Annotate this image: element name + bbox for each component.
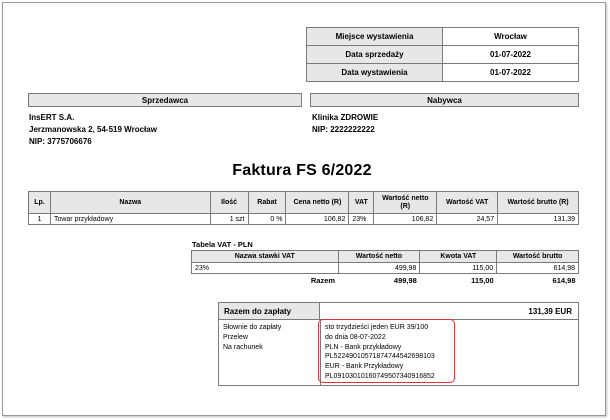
col-vat: VAT <box>348 191 375 214</box>
seller-details: InsERT S.A. Jerzmanowska 2, 54-519 Wrocł… <box>29 112 157 148</box>
col-gross-value: Wartość brutto (R) <box>497 191 579 214</box>
payment-amount-words: sto trzydzieści jeden EUR 39/100 <box>325 324 429 331</box>
col-discount: Rabat <box>247 191 287 214</box>
meta-row-sale-date: Data sprzedaży 01-07-2022 <box>306 45 579 64</box>
meta-value: Wrocław <box>442 27 579 46</box>
invoice-title: Faktura FS 6/2022 <box>232 162 372 179</box>
payment-label-account: Na rachunek <box>223 344 263 351</box>
meta-label: Miejsce wystawienia <box>306 27 443 46</box>
payment-labels: Słownie do zapłaty Przelew Na rachunek <box>219 320 321 385</box>
col-vat-value: Wartość VAT <box>436 191 499 214</box>
cell-net-price: 106,82 <box>285 213 350 225</box>
buyer-header: Nabywca <box>310 93 579 107</box>
cell-vat-value: 24,57 <box>436 213 499 225</box>
cell-vat-net: 499,98 <box>337 262 421 274</box>
cell-discount: 0 % <box>247 213 287 225</box>
col-vat-net: Wartość netto <box>337 250 421 263</box>
payment-due-date: do dnia 08-07-2022 <box>325 333 386 341</box>
payment-details-box: Słownie do zapłaty Przelew Na rachunek s… <box>218 320 579 386</box>
payment-details: sto trzydzieści jeden EUR 39/100 do dnia… <box>321 320 578 385</box>
vat-sum-label: Razem <box>310 276 336 285</box>
items-table: Lp. Nazwa Ilość Rabat Cena netto (R) VAT… <box>28 191 579 225</box>
table-row: 1 Towar przykładowy 1 szt 0 % 106,82 23%… <box>28 213 579 225</box>
payment-account-pln: PL52249010571874744542698103 <box>325 353 435 361</box>
vat-sum-gross: 614,98 <box>552 276 576 285</box>
cell-qty: 1 szt <box>209 213 249 225</box>
cell-vat-gross: 614,98 <box>496 262 579 274</box>
cell-gross-value: 131,39 <box>497 213 579 225</box>
vat-header-row: Nazwa stawki VAT Wartość netto Kwota VAT… <box>191 250 579 263</box>
seller-nip: NIP: 3775706676 <box>29 137 92 146</box>
payment-account-eur: PL09103010160749507340916852 <box>325 372 435 380</box>
col-qty: Ilość <box>209 191 249 214</box>
payment-label-words: Słownie do zapłaty <box>223 324 282 331</box>
table-row: 23% 499,98 115,00 614,98 <box>191 262 579 274</box>
seller-header: Sprzedawca <box>28 93 302 107</box>
payment-total-amount: 131,39 EUR <box>320 302 579 320</box>
meta-label: Data wystawienia <box>306 63 443 82</box>
col-net-price: Cena netto (R) <box>285 191 350 214</box>
meta-row-issue-date: Data wystawienia 01-07-2022 <box>306 63 579 82</box>
cell-name: Towar przykładowy <box>49 213 211 225</box>
cell-net-value: 106,82 <box>373 213 438 225</box>
meta-row-place: Miejsce wystawienia Wrocław <box>306 27 579 46</box>
meta-label: Data sprzedaży <box>306 45 443 64</box>
col-lp: Lp. <box>28 191 51 214</box>
payment-total-row: Razem do zapłaty 131,39 EUR <box>218 302 579 320</box>
meta-value: 01-07-2022 <box>442 63 579 82</box>
cell-lp: 1 <box>28 213 51 225</box>
payment-bank-eur: EUR - Bank Przykładowy <box>325 363 404 371</box>
items-header-row: Lp. Nazwa Ilość Rabat Cena netto (R) VAT… <box>28 191 579 214</box>
col-vat-rate: Nazwa stawki VAT <box>191 250 339 263</box>
seller-address: Jerzmanowska 2, 54-519 Wrocław <box>29 125 157 134</box>
col-vat-tax: Kwota VAT <box>419 250 498 263</box>
vat-sum-net: 499,98 <box>393 276 417 285</box>
buyer-details: Klinika ZDROWIE NIP: 2222222222 <box>312 112 378 136</box>
payment-total-label: Razem do zapłaty <box>218 302 320 320</box>
payment-section: Razem do zapłaty 131,39 EUR Słownie do z… <box>218 302 579 386</box>
payment-label-method: Przelew <box>223 334 248 341</box>
buyer-name: Klinika ZDROWIE <box>312 113 379 122</box>
cell-vat: 23% <box>348 213 375 225</box>
vat-sum-row: Razem 499,98 115,00 614,98 <box>192 274 579 285</box>
seller-name: InsERT S.A. <box>29 113 75 122</box>
col-vat-gross: Wartość brutto <box>496 250 579 263</box>
vat-table-caption: Tabela VAT - PLN <box>192 240 253 249</box>
col-name: Nazwa <box>49 191 211 214</box>
cell-vat-rate: 23% <box>191 262 339 274</box>
meta-value: 01-07-2022 <box>442 45 579 64</box>
payment-bank-pln: PLN - Bank przykładowy <box>325 343 402 351</box>
buyer-nip: NIP: 2222222222 <box>312 125 375 134</box>
cell-vat-tax: 115,00 <box>419 262 498 274</box>
invoice-meta-table: Miejsce wystawienia Wrocław Data sprzeda… <box>306 27 579 82</box>
vat-table: Nazwa stawki VAT Wartość netto Kwota VAT… <box>191 250 579 285</box>
vat-sum-tax: 115,00 <box>471 276 494 285</box>
col-net-value: Wartość netto (R) <box>373 191 438 214</box>
